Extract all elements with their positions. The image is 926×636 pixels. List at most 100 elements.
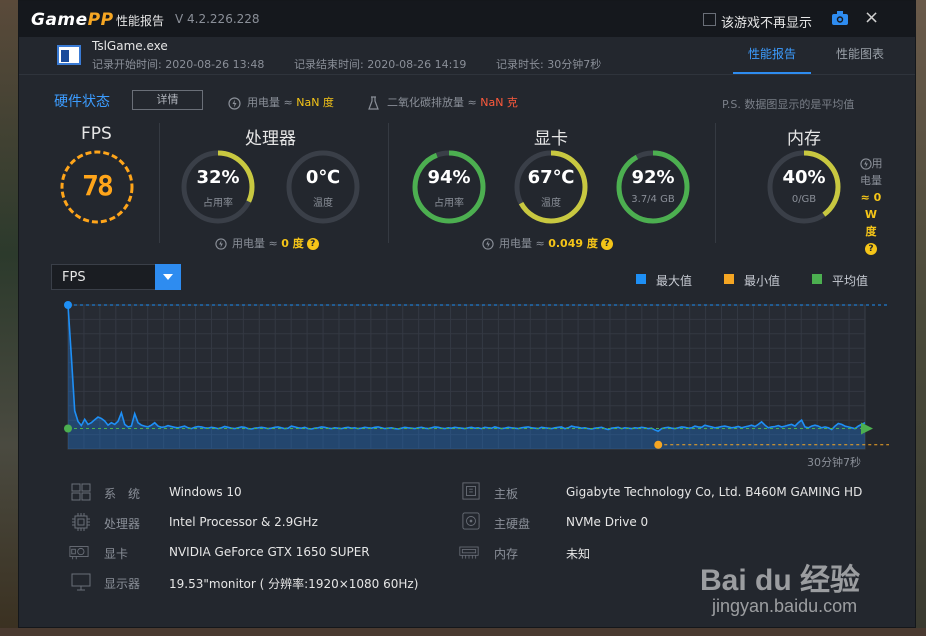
cpu-title: 处理器 xyxy=(245,129,296,149)
co2-icon xyxy=(368,96,379,110)
details-button[interactable]: 详情 xyxy=(132,90,203,110)
info-cpu-key: 处理器 xyxy=(104,517,141,531)
gamepp-logo: GamePP xyxy=(31,10,114,30)
fps-title: FPS xyxy=(81,124,112,144)
legend-min-swatch xyxy=(724,274,734,284)
info-os-key: 系 统 xyxy=(104,487,141,501)
gpu-temp-gauge: 67℃ 温度 xyxy=(511,147,591,227)
watermark-text: Bai du 经验 xyxy=(700,564,861,597)
total-power-stat: 用电量 ≈ NaN 度 xyxy=(228,94,334,110)
session-header: TslGame.exe 记录开始时间: 2020-08-26 13:48 记录结… xyxy=(19,37,915,75)
gpu-title: 显卡 xyxy=(534,129,568,149)
chart-metric-value: FPS xyxy=(62,270,86,285)
legend-min-label: 最小值 xyxy=(744,274,781,288)
legend-max-swatch xyxy=(636,274,646,284)
help-icon[interactable]: ? xyxy=(600,238,613,250)
fps-chart: 36978.264030分钟7秒 xyxy=(49,299,889,475)
tab-performance-report[interactable]: 性能报告 xyxy=(748,45,796,62)
info-harddisk-value: NVMe Drive 0 xyxy=(566,515,649,529)
memory-usage-label: 0/GB xyxy=(791,194,817,205)
active-tab-indicator xyxy=(733,72,811,74)
hardware-status-title: 硬件状态 xyxy=(54,94,110,110)
max-marker xyxy=(64,301,72,309)
gpu-temp-value: 67℃ xyxy=(527,167,575,188)
chart-duration-label: 30分钟7秒 xyxy=(807,455,861,469)
memory-usage-gauge: 40% 0/GB xyxy=(764,147,844,227)
divider xyxy=(715,123,716,243)
baidu-watermark: Bai du 经验 xyxy=(700,555,860,599)
divider xyxy=(159,123,160,243)
gpu-power: 用电量 ≈ 0.049 度? xyxy=(482,235,613,251)
exe-icon xyxy=(57,45,81,65)
memory-power: 用 电量 ≈ 0 W 度 ? xyxy=(859,157,883,255)
exe-name: TslGame.exe xyxy=(92,39,168,53)
gpu-usage-value: 94% xyxy=(427,167,471,188)
title-bar: GamePP 性能报告 V 4.2.226.228 该游戏不再显示 × xyxy=(19,1,915,37)
help-icon[interactable]: ? xyxy=(306,238,319,250)
memory-icon xyxy=(459,546,479,559)
info-motherboard-value: Gigabyte Technology Co, Ltd. B460M GAMIN… xyxy=(566,485,863,499)
power-icon xyxy=(482,238,494,250)
power-icon xyxy=(859,158,872,170)
version-label: V 4.2.226.228 xyxy=(175,12,260,26)
gpu-vram-label: 3.7/4 GB xyxy=(631,194,675,205)
chart-metric-select[interactable]: FPS xyxy=(51,264,181,290)
cpu-temp-value: 0℃ xyxy=(305,167,341,188)
cpu-temp-label: 温度 xyxy=(313,198,333,209)
memory-title: 内存 xyxy=(787,129,821,149)
camera-icon[interactable] xyxy=(832,11,848,25)
gpu-icon xyxy=(69,546,89,560)
no-show-label[interactable]: 该游戏不再显示 xyxy=(721,12,812,31)
tab-performance-chart[interactable]: 性能图表 xyxy=(836,45,884,62)
record-duration: 记录时长: 30分钟7秒 xyxy=(496,58,602,71)
info-monitor-value: 19.53"monitor ( 分辨率:1920×1080 60Hz) xyxy=(169,577,419,591)
desktop-background-left xyxy=(0,0,18,636)
legend-avg-swatch xyxy=(812,274,822,284)
window-title: 性能报告 xyxy=(116,14,165,28)
gpu-usage-label: 占用率 xyxy=(434,198,464,209)
watermark-url: jingyan.baidu.com xyxy=(712,596,858,616)
fps-chart-svg: 36978.264030分钟7秒 xyxy=(64,301,889,469)
info-os-value: Windows 10 xyxy=(169,485,242,499)
cpu-usage-label: 占用率 xyxy=(203,198,233,209)
no-show-checkbox[interactable] xyxy=(703,13,716,26)
gpu-vram-value: 92% xyxy=(631,167,675,188)
memory-usage-value: 40% xyxy=(782,167,826,188)
gpu-usage-gauge: 94% 占用率 xyxy=(409,147,489,227)
desktop-background-bottom xyxy=(0,628,926,636)
divider xyxy=(388,123,389,243)
info-monitor-key: 显示器 xyxy=(104,577,141,591)
fps-value: 78 xyxy=(82,169,114,202)
close-button[interactable]: × xyxy=(864,9,879,27)
chevron-down-icon[interactable] xyxy=(155,264,181,290)
cpu-usage-value: 32% xyxy=(196,167,240,188)
gpu-temp-label: 温度 xyxy=(541,198,561,209)
harddisk-icon xyxy=(462,512,480,530)
min-marker xyxy=(654,440,663,449)
motherboard-icon xyxy=(462,482,480,500)
desktop-background-right xyxy=(916,0,926,636)
fps-gauge: 78 xyxy=(57,147,137,227)
avg-arrow xyxy=(861,422,873,435)
help-icon[interactable]: ? xyxy=(865,243,877,255)
record-end-time: 记录结束时间: 2020-08-26 14:19 xyxy=(294,58,467,71)
avg-marker xyxy=(64,424,72,433)
windows-icon xyxy=(71,483,91,501)
power-icon xyxy=(228,96,241,110)
info-harddisk-key: 主硬盘 xyxy=(494,517,531,531)
cpu-icon xyxy=(72,513,90,531)
monitor-icon xyxy=(71,573,91,591)
gpu-vram-gauge: 92% 3.7/4 GB xyxy=(613,147,693,227)
info-motherboard-key: 主板 xyxy=(494,487,519,501)
legend-max-label: 最大值 xyxy=(656,274,693,288)
legend-avg-label: 平均值 xyxy=(832,274,869,288)
cpu-power: 用电量 ≈ 0 度? xyxy=(215,235,319,251)
gamepp-window: GamePP 性能报告 V 4.2.226.228 该游戏不再显示 × TslG… xyxy=(18,0,916,628)
info-memory-key: 内存 xyxy=(494,547,519,561)
power-icon xyxy=(215,238,227,250)
info-memory-value: 未知 xyxy=(566,547,591,561)
cpu-usage-gauge: 32% 占用率 xyxy=(178,147,258,227)
info-gpu-value: NVIDIA GeForce GTX 1650 SUPER xyxy=(169,545,370,559)
cpu-temp-gauge: 0℃ 温度 xyxy=(283,147,363,227)
info-gpu-key: 显卡 xyxy=(104,547,129,561)
